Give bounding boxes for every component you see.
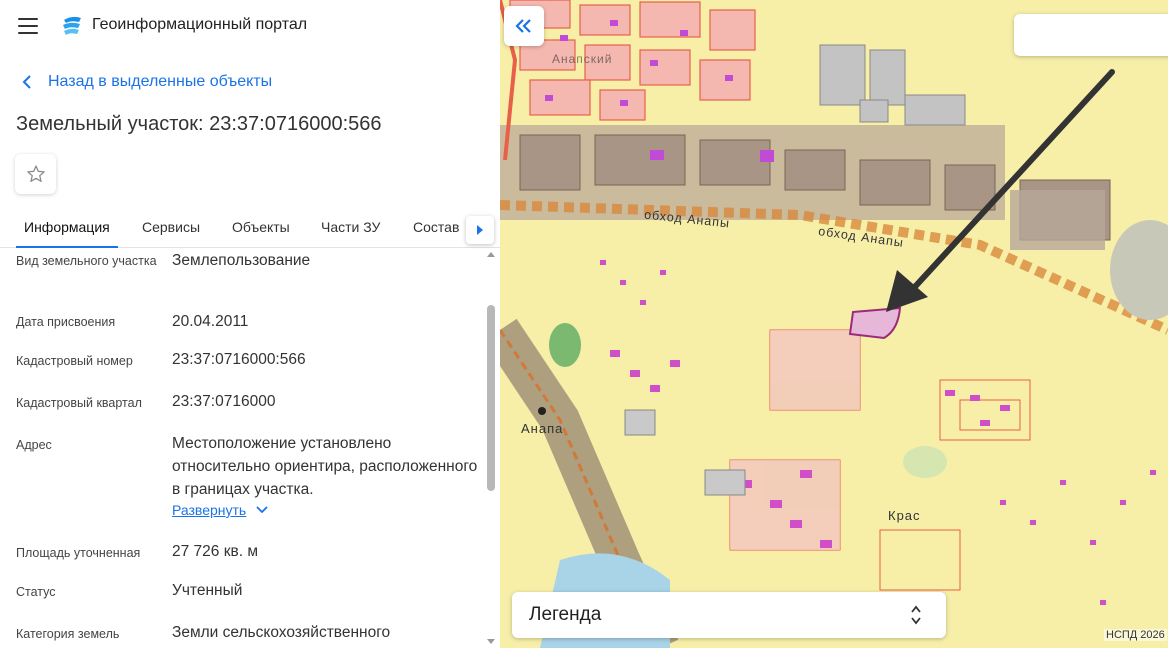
tab-bar: Информация Сервисы Объекты Части ЗУ Сост…: [0, 206, 500, 248]
tab-information[interactable]: Информация: [16, 206, 118, 248]
map-label-district: Крас: [888, 508, 921, 523]
property-value: Земли сельскохозяйственного: [172, 624, 391, 641]
tabs-scroll-right-button[interactable]: [466, 216, 494, 244]
property-label: Площадь уточненная: [16, 546, 141, 560]
info-panel: Геоинформационный портал Назад в выделен…: [0, 0, 500, 648]
top-bar: Геоинформационный портал: [0, 0, 500, 52]
star-icon: [26, 165, 45, 182]
map-canvas[interactable]: [500, 0, 1168, 648]
properties-scrollbar[interactable]: [486, 249, 496, 648]
property-label: Статус: [16, 585, 56, 599]
double-chevron-left-icon: [515, 19, 531, 33]
property-label: Вид земельного участка: [16, 254, 157, 268]
tab-parts[interactable]: Части ЗУ: [321, 206, 380, 248]
back-to-selection-link[interactable]: Назад в выделенные объекты: [22, 70, 272, 94]
map-label-top: Анапский: [552, 52, 613, 66]
map-copyright: НСПД 2026: [1104, 629, 1167, 641]
expand-address-link[interactable]: Развернуть: [172, 502, 268, 518]
property-value: 23:37:0716000:566: [172, 351, 306, 368]
map-label-station: Анапа: [521, 421, 564, 436]
property-label: Кадастровый номер: [16, 354, 133, 368]
map-search-input[interactable]: [1014, 14, 1168, 56]
object-title: Земельный участок: 23:37:0716000:566: [16, 113, 382, 135]
property-label: Дата присвоения: [16, 315, 116, 329]
tab-objects[interactable]: Объекты: [232, 206, 290, 248]
property-value: 23:37:0716000: [172, 393, 276, 410]
chevron-left-icon: [22, 75, 31, 89]
portal-logo-icon: [63, 16, 81, 35]
cadastral-map[interactable]: обход Анапы обход Анапы Анапа Крас Анапс…: [500, 0, 1168, 648]
property-label: Кадастровый квартал: [16, 396, 142, 410]
expand-label: Развернуть: [172, 502, 247, 518]
tab-composition[interactable]: Состав: [413, 206, 459, 248]
property-value: Землепользование: [172, 252, 311, 269]
property-value: 20.04.2011: [172, 313, 249, 330]
hamburger-icon[interactable]: [18, 18, 38, 34]
tab-services[interactable]: Сервисы: [142, 206, 200, 248]
favorite-button[interactable]: [15, 154, 56, 194]
property-value: 27 726 кв. м: [172, 543, 258, 560]
scroll-thumb[interactable]: [487, 305, 495, 491]
scroll-down-arrow-icon[interactable]: [487, 639, 495, 644]
property-label: Категория земель: [16, 627, 120, 641]
property-label: Адрес: [16, 438, 52, 452]
property-value: Учтенный: [172, 582, 243, 599]
collapse-panel-button[interactable]: [504, 6, 544, 46]
sort-arrows-icon: [911, 605, 921, 625]
app-title: Геоинформационный портал: [92, 16, 308, 33]
legend-label: Легенда: [529, 604, 602, 625]
legend-dropdown[interactable]: Легенда: [512, 592, 946, 638]
chevron-right-icon: [477, 225, 483, 235]
property-value: Местоположение установлено относительно …: [172, 435, 478, 498]
scroll-up-arrow-icon[interactable]: [487, 252, 495, 257]
chevron-down-icon: [256, 506, 268, 514]
properties-list: Вид земельного участка Землепользование …: [0, 249, 484, 648]
back-link-label: Назад в выделенные объекты: [48, 73, 273, 90]
